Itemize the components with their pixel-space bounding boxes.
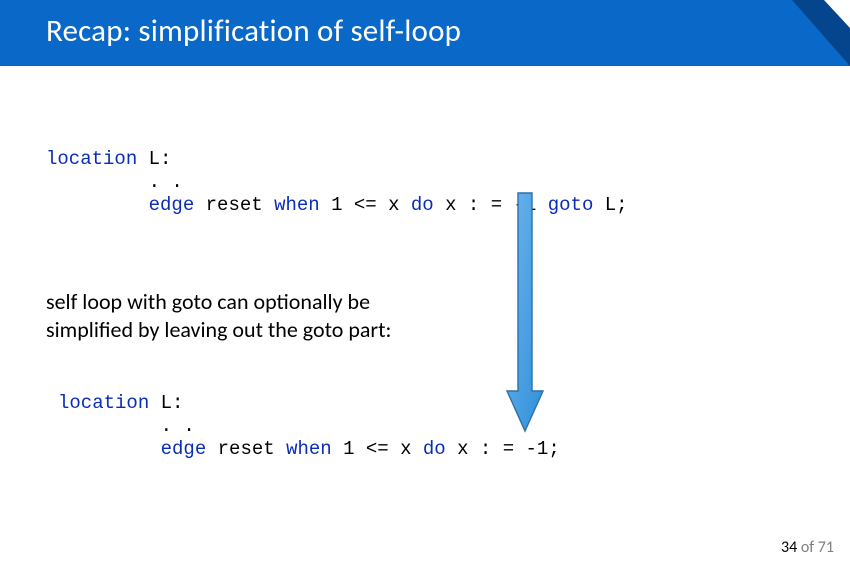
code-text: 1 <= x — [332, 438, 423, 460]
header-corner-cut — [824, 0, 850, 28]
slide-body: location L: . . edge reset when 1 <= x d… — [0, 66, 850, 567]
code-text: L: — [149, 392, 183, 414]
header-bar: Recap: simplification of self-loop — [0, 0, 850, 66]
code-text: 1 <= x — [320, 194, 411, 216]
kw-location: location — [46, 148, 137, 170]
code-text — [58, 438, 161, 460]
slide: Recap: simplification of self-loop locat… — [0, 0, 850, 567]
kw-edge: edge — [161, 438, 207, 460]
code-text: reset — [206, 438, 286, 460]
page-number: 34 of 71 — [781, 538, 834, 557]
code-text: x : = -1; — [446, 438, 560, 460]
kw-when: when — [274, 194, 320, 216]
code-text: reset — [194, 194, 274, 216]
code-text: L; — [593, 194, 627, 216]
kw-edge: edge — [149, 194, 195, 216]
page-total: 71 — [818, 538, 834, 557]
kw-goto: goto — [548, 194, 594, 216]
para-line: self loop with goto can optionally be — [46, 288, 370, 315]
kw-do: do — [411, 194, 434, 216]
page-sep: of — [797, 538, 818, 557]
code-text: L: — [137, 148, 171, 170]
para-line: simplified by leaving out the goto part: — [46, 316, 391, 343]
slide-title: Recap: simplification of self-loop — [46, 12, 461, 50]
code-text: . . — [46, 171, 183, 193]
down-arrow-icon — [505, 191, 545, 433]
code-text — [46, 194, 149, 216]
kw-when: when — [286, 438, 332, 460]
code-block-after: location L: . . edge reset when 1 <= x d… — [58, 392, 560, 460]
kw-do: do — [423, 438, 446, 460]
code-text: . . — [58, 415, 195, 437]
arrow-shape — [507, 193, 543, 431]
kw-location: location — [58, 392, 149, 414]
explanation-text: self loop with goto can optionally be si… — [46, 288, 391, 344]
page-current: 34 — [781, 538, 797, 557]
